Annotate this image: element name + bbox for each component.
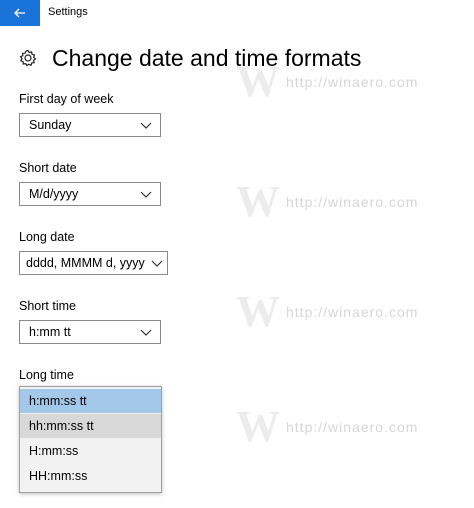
page-title: Change date and time formats bbox=[52, 44, 362, 71]
watermark-text: http://winaero.com bbox=[286, 74, 419, 90]
watermark: W http://winaero.com bbox=[236, 180, 418, 224]
first-day-dropdown[interactable]: Sunday bbox=[19, 113, 161, 137]
watermark: W http://winaero.com bbox=[236, 405, 418, 449]
short-date-label: Short date bbox=[19, 161, 77, 175]
short-time-value: h:mm tt bbox=[29, 325, 71, 339]
long-date-label: Long date bbox=[19, 230, 75, 244]
long-time-option[interactable]: HH:mm:ss bbox=[20, 464, 161, 488]
back-arrow-icon bbox=[14, 8, 25, 18]
long-time-dropdown-list[interactable]: h:mm:ss tt hh:mm:ss tt H:mm:ss HH:mm:ss bbox=[19, 386, 162, 493]
back-button[interactable] bbox=[0, 0, 40, 26]
long-date-value: dddd, MMMM d, yyyy bbox=[26, 256, 145, 270]
long-time-option[interactable]: hh:mm:ss tt bbox=[20, 414, 161, 438]
watermark-glyph: W bbox=[236, 402, 280, 451]
long-date-dropdown[interactable]: dddd, MMMM d, yyyy bbox=[19, 251, 168, 275]
watermark-glyph: W bbox=[236, 287, 280, 336]
watermark-text: http://winaero.com bbox=[286, 194, 419, 210]
chevron-down-icon bbox=[151, 260, 163, 267]
gear-icon bbox=[18, 48, 38, 68]
short-date-dropdown[interactable]: M/d/yyyy bbox=[19, 182, 161, 206]
long-time-option[interactable]: H:mm:ss bbox=[20, 439, 161, 463]
long-time-option[interactable]: h:mm:ss tt bbox=[20, 389, 161, 413]
short-date-value: M/d/yyyy bbox=[29, 187, 79, 201]
first-day-value: Sunday bbox=[29, 118, 72, 132]
chevron-down-icon bbox=[140, 122, 152, 129]
short-time-dropdown[interactable]: h:mm tt bbox=[19, 320, 161, 344]
short-time-label: Short time bbox=[19, 299, 76, 313]
watermark: W http://winaero.com bbox=[236, 290, 418, 334]
title-bar: Settings bbox=[0, 0, 474, 26]
page-header: Change date and time formats bbox=[18, 42, 361, 74]
long-time-label: Long time bbox=[19, 368, 74, 382]
watermark-glyph: W bbox=[236, 177, 280, 226]
window-title: Settings bbox=[48, 6, 88, 18]
watermark-text: http://winaero.com bbox=[286, 304, 419, 320]
chevron-down-icon bbox=[140, 191, 152, 198]
first-day-label: First day of week bbox=[19, 92, 114, 106]
chevron-down-icon bbox=[140, 329, 152, 336]
watermark-text: http://winaero.com bbox=[286, 419, 419, 435]
